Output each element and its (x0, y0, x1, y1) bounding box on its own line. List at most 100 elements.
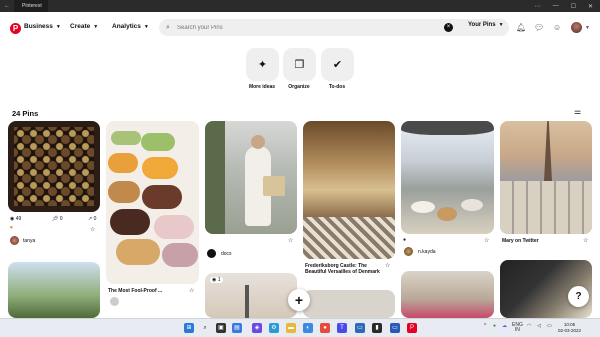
edge-icon[interactable]: ◐ (303, 323, 313, 333)
window-controls: ⋯ — ☐ ✕ (535, 3, 600, 10)
search-icon: ⌕ (166, 23, 170, 31)
clear-search-icon[interactable]: × (444, 23, 453, 32)
chat-icon[interactable]: ◈ (252, 323, 262, 333)
security-icon: ● (493, 323, 497, 329)
chevron-down-icon: ▼ (55, 23, 61, 30)
business-label: Business (24, 23, 53, 30)
wifi-icon[interactable]: ◠ (527, 323, 531, 329)
create-menu[interactable]: Create ▼ (70, 23, 98, 30)
tray-overflow-icon[interactable]: ^ (484, 323, 486, 329)
pin-icon[interactable]: ☆ (385, 262, 390, 269)
battery-icon[interactable]: ▭ (547, 323, 552, 329)
account-chevron-icon[interactable]: ▼ (585, 25, 590, 31)
your-pins-filter[interactable]: Your Pins ▼ (468, 22, 504, 28)
clicks-stat: ↗ 0 (88, 216, 97, 222)
saves-stat: 📌︎ 0 (52, 216, 63, 222)
volume-icon[interactable]: ◁ (537, 323, 541, 329)
terminal-icon[interactable]: ▮ (372, 323, 382, 333)
help-button[interactable]: ? (568, 286, 589, 307)
window-tab-title: Pinterest (14, 0, 48, 12)
pin-count: 24 Pins (12, 109, 39, 118)
minimize-icon[interactable]: — (553, 3, 559, 9)
pin-icon[interactable]: ☆ (189, 287, 194, 294)
more-ideas-button[interactable]: ✦ (246, 48, 279, 81)
pin-lady-image[interactable] (205, 121, 297, 234)
to-dos-label: To-dos (328, 84, 346, 90)
to-dos-button[interactable]: ✔ (321, 48, 354, 81)
pin-icon[interactable]: ☆ (583, 237, 588, 244)
check-circle-icon: ✔ (332, 59, 343, 71)
pin-icon[interactable]: ☆ (288, 237, 293, 244)
updates-icon[interactable]: ☺ (553, 23, 561, 32)
search-input[interactable] (177, 24, 427, 31)
chevron-down-icon: ▼ (498, 22, 504, 28)
pin-eiffel-sunset-image[interactable] (500, 121, 592, 234)
pin-title[interactable]: Mary on Twitter (502, 238, 577, 244)
avatar[interactable] (10, 236, 19, 245)
bell-icon[interactable]: 🔔︎ (516, 23, 526, 32)
pin-macarons-image[interactable] (106, 121, 199, 284)
analytics-label: Analytics (112, 23, 141, 30)
business-menu[interactable]: Business ▼ (24, 23, 61, 30)
widgets-icon[interactable]: ▤ (232, 323, 242, 333)
create-label: Create (70, 23, 91, 30)
settings-icon[interactable]: ⚙ (269, 323, 279, 333)
date-label: 02-03-2022 (558, 328, 582, 333)
sparkle-icon: ✦ (257, 59, 268, 71)
chevron-down-icon: ▼ (143, 23, 149, 30)
chevron-down-icon: ▼ (93, 23, 99, 30)
filter-icon[interactable]: ⚌ (574, 107, 581, 116)
your-pins-label: Your Pins (468, 22, 496, 28)
pin-icon[interactable]: ☆ (90, 226, 95, 233)
search-bar[interactable]: ⌕ × Your Pins▼ (159, 19, 509, 36)
taskbar: ⊞ ⌕ ▣ ▤ ◈ ⚙ ▬ ◐ ● T ▭ ▮ ▭ P ^ ● ☁ ENG IN… (0, 318, 600, 337)
language-indicator[interactable]: ENG IN (512, 323, 523, 333)
pin-status-dot: ● (403, 237, 407, 243)
pin-cafe-image[interactable] (401, 121, 494, 234)
pin-user-label[interactable]: docs (221, 251, 232, 257)
chrome-icon[interactable]: ● (320, 323, 330, 333)
close-icon[interactable]: ✕ (588, 3, 593, 10)
organize-icon: ❐ (294, 59, 305, 71)
folder-icon[interactable]: ▬ (286, 323, 296, 333)
pin-paris-image[interactable] (303, 290, 395, 318)
messages-icon[interactable]: 💬︎ (534, 23, 544, 32)
clock[interactable]: 10:05 02-03-2022 (558, 322, 581, 334)
time-label: 10:05 (563, 322, 576, 327)
avatar[interactable] (404, 247, 413, 256)
reaction-icon: ♥ (10, 225, 13, 231)
pin-flowers-image[interactable] (401, 271, 494, 318)
app-icon[interactable]: ▭ (355, 323, 365, 333)
pin-user-label[interactable]: n.kayda (418, 249, 436, 255)
pin-user-label[interactable]: tanya (23, 238, 35, 244)
title-bar: ← Pinterest ⋯ — ☐ ✕ (0, 0, 600, 12)
organize-button[interactable]: ❐ (283, 48, 316, 81)
cloud-icon: ☁ (502, 323, 507, 329)
search-icon[interactable]: ⌕ (200, 323, 210, 333)
organize-label: Organize (288, 84, 310, 90)
task-view-icon[interactable]: ▣ (216, 323, 226, 333)
pin-chocolates-image[interactable] (8, 121, 100, 212)
teams-icon[interactable]: T (337, 323, 347, 333)
pin-icon[interactable]: ☆ (484, 237, 489, 244)
pinterest-logo-icon[interactable]: P (10, 23, 21, 34)
pin-title[interactable]: Frederiksborg Castle: The Beautiful Vers… (305, 263, 380, 275)
pin-eiffel-image[interactable]: ◉ 1 (205, 273, 297, 318)
pinterest-icon[interactable]: P (407, 323, 417, 333)
analytics-menu[interactable]: Analytics ▼ (112, 23, 149, 30)
pin-title[interactable]: The Most Fool-Proof ... (108, 288, 186, 294)
maximize-icon[interactable]: ☐ (571, 3, 576, 10)
start-icon[interactable]: ⊞ (184, 323, 194, 333)
store-icon[interactable]: ▭ (390, 323, 400, 333)
views-stat: ◉ 49 (10, 216, 22, 222)
avatar[interactable] (110, 297, 119, 306)
pin-palace-image[interactable] (303, 121, 395, 259)
pin-building-image[interactable] (8, 262, 100, 318)
pin-stat-badge: ◉ 1 (210, 277, 223, 283)
back-icon[interactable]: ← (0, 3, 14, 9)
avatar[interactable] (571, 22, 582, 33)
avatar[interactable] (207, 249, 216, 258)
more-ideas-label: More ideas (248, 84, 276, 90)
add-pin-button[interactable]: + (288, 289, 310, 311)
menu-icon[interactable]: ⋯ (535, 3, 541, 10)
